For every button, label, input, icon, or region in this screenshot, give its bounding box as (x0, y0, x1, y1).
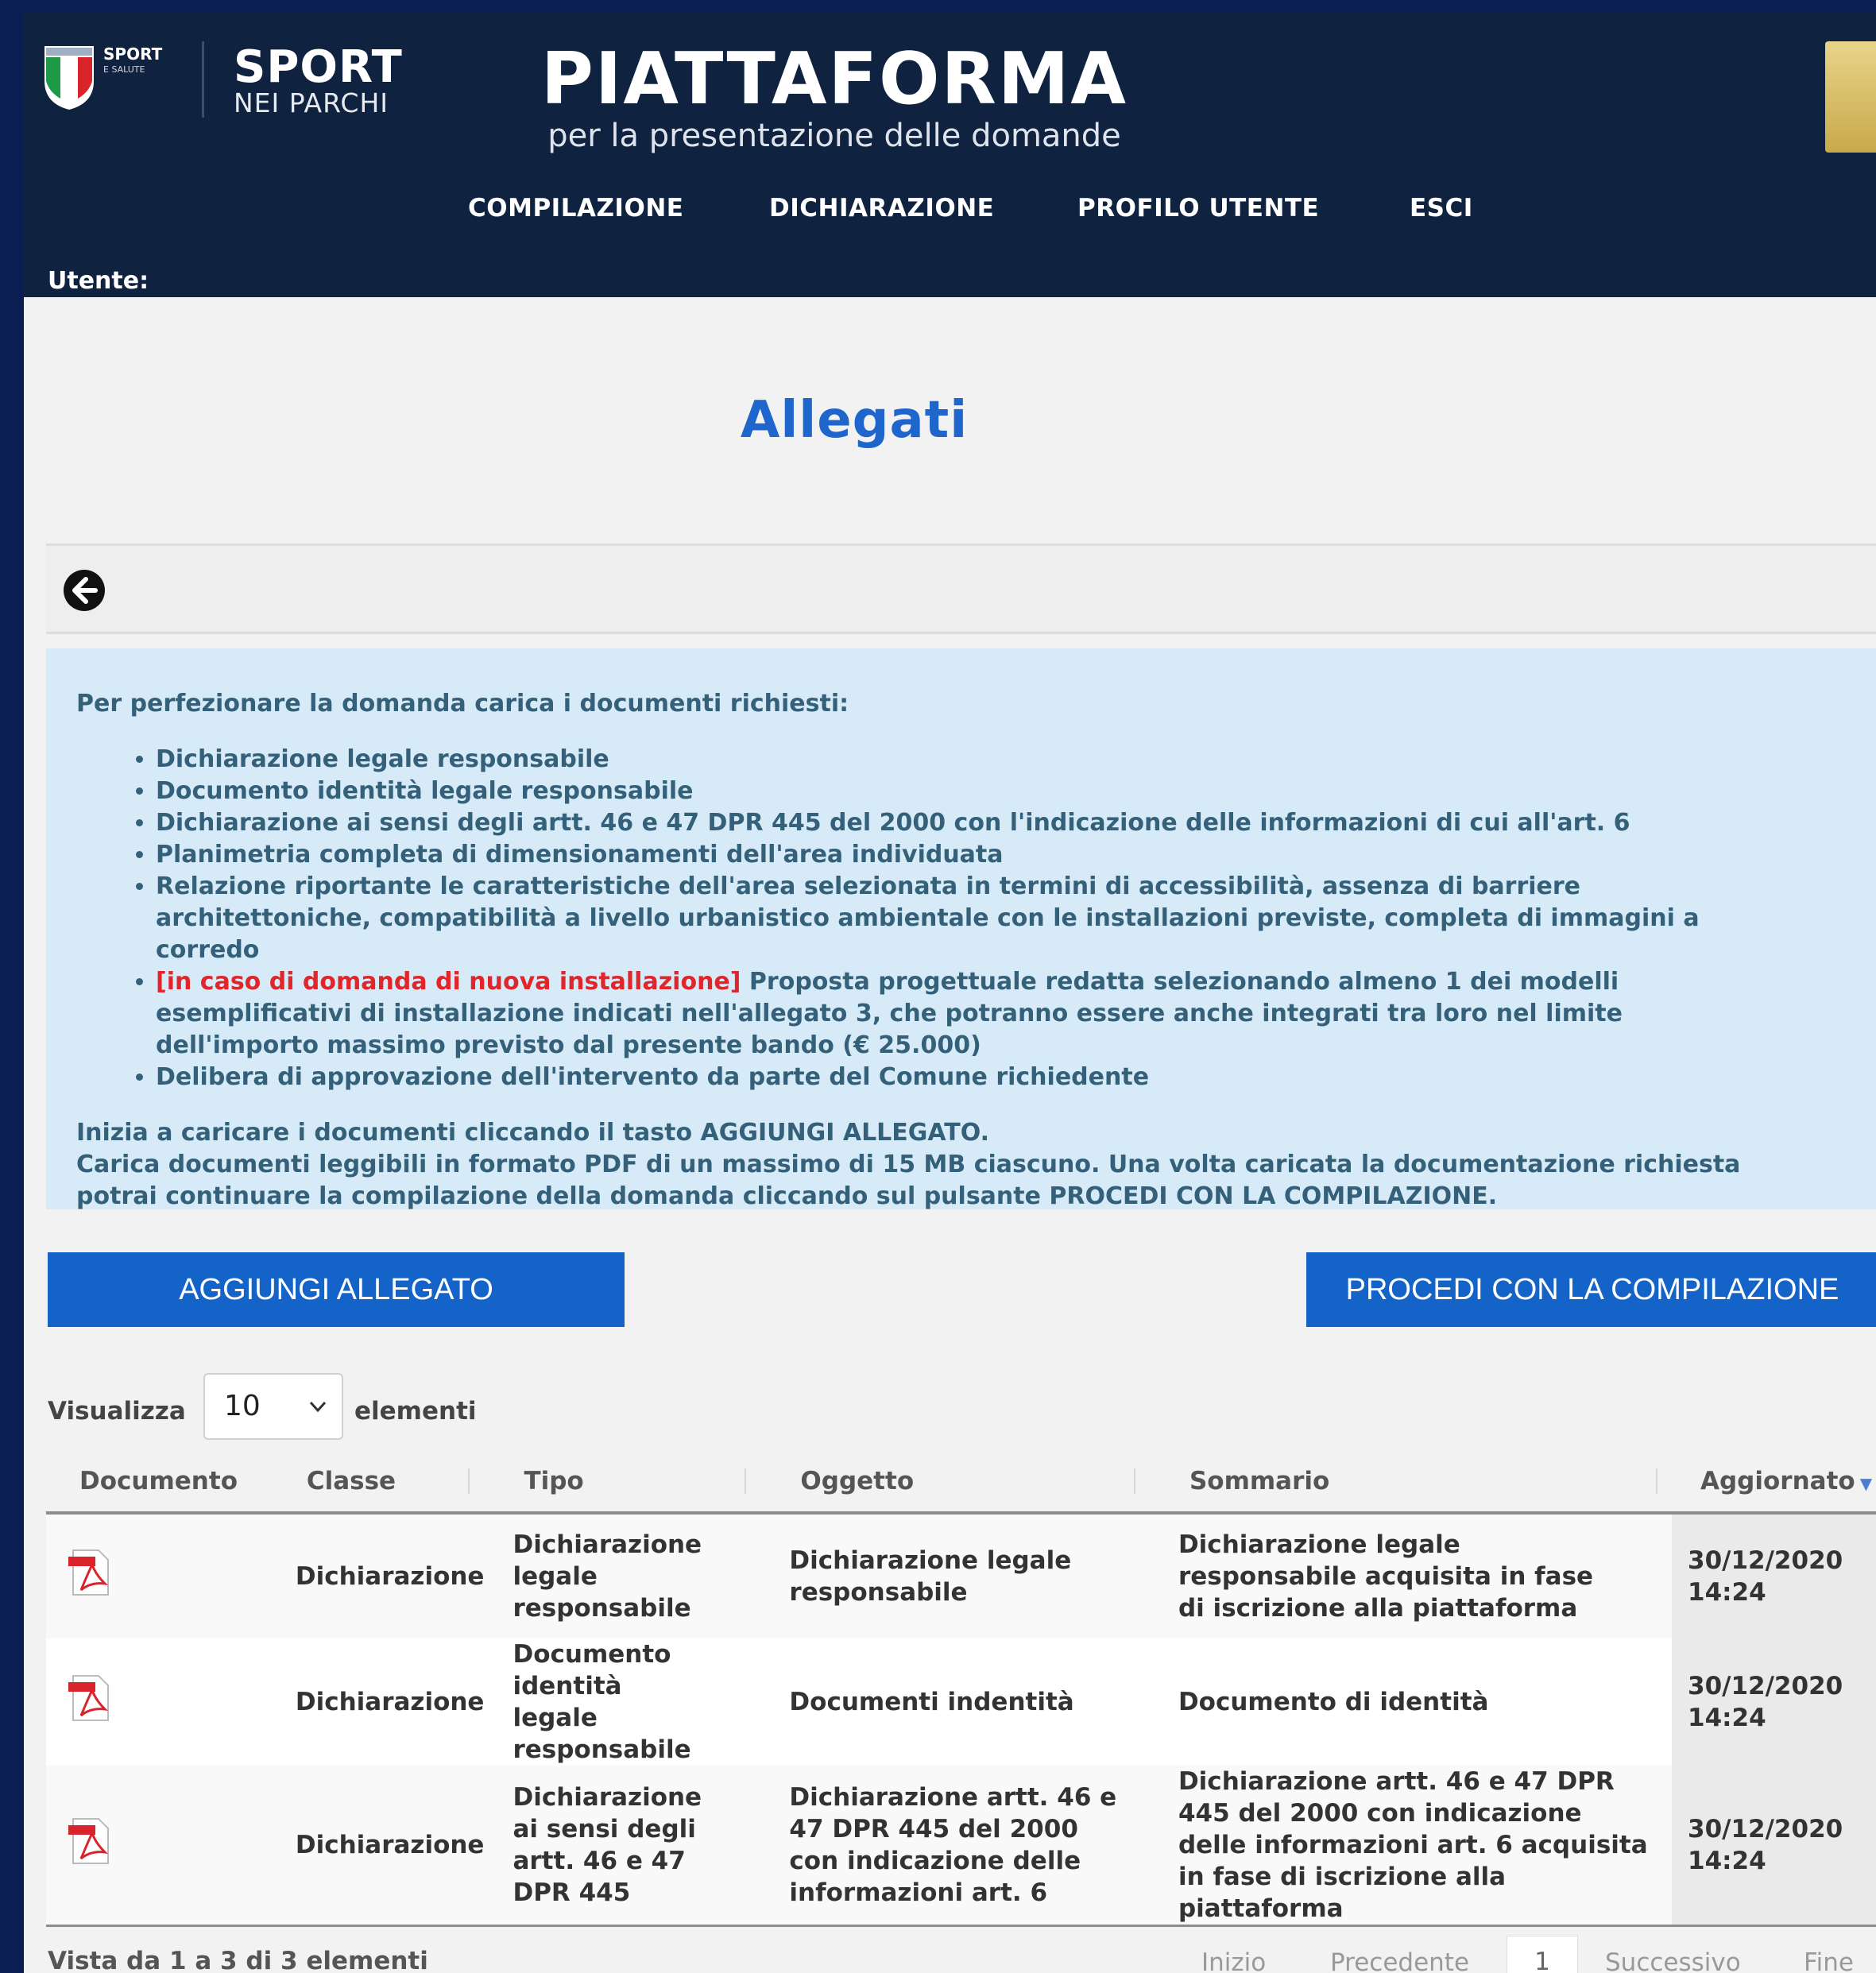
required-doc-item: Delibera di approvazione dell'intervento… (156, 1062, 1876, 1093)
table-row: Dichiarazione Documento identità legale … (46, 1638, 1876, 1766)
pager-page-1[interactable]: 1 (1507, 1936, 1578, 1973)
site-header: SPORT E SALUTE SPORT NEI PARCHI PIATTAFO… (24, 13, 1876, 297)
toolbar (46, 544, 1876, 634)
nav-profilo-utente[interactable]: PROFILO UTENTE (1077, 194, 1319, 222)
table-header-row: Documento Classe Tipo Oggetto Sommario A… (46, 1451, 1876, 1515)
instructions-footer-2: Carica documenti leggibili in formato PD… (76, 1151, 1741, 1210)
page-length-value: 10 (224, 1390, 261, 1422)
cell-documento (46, 1766, 277, 1927)
cell-aggiornato: 30/12/2020 14:24 (1672, 1638, 1876, 1766)
user-label: Utente: (48, 267, 149, 295)
chevron-down-icon (309, 1401, 327, 1413)
cell-sommario: Documento di identità (1149, 1638, 1672, 1766)
cell-aggiornato: 30/12/2020 14:24 (1672, 1513, 1876, 1638)
required-documents-list: Dichiarazione legale responsabile Docume… (76, 744, 1876, 1093)
cell-tipo: Dichiarazione ai sensi degli artt. 46 e … (484, 1766, 761, 1927)
cell-sommario: Dichiarazione artt. 46 e 47 DPR 445 del … (1149, 1766, 1672, 1927)
nav-dichiarazione[interactable]: DICHIARAZIONE (769, 194, 994, 222)
column-header-classe[interactable]: Classe (276, 1451, 485, 1515)
attachments-table: Documento Classe Tipo Oggetto Sommario A… (46, 1451, 1876, 1927)
column-header-sommario[interactable]: Sommario (1149, 1451, 1672, 1515)
pager-next[interactable]: Successivo (1605, 1948, 1741, 1973)
cell-oggetto: Dichiarazione legale responsabile (760, 1513, 1150, 1638)
time-value: 14:24 (1688, 1578, 1766, 1607)
proceed-button[interactable]: PROCEDI CON LA COMPILAZIONE (1306, 1252, 1876, 1327)
add-attachment-button[interactable]: AGGIUNGI ALLEGATO (48, 1252, 625, 1327)
time-value: 14:24 (1688, 1704, 1766, 1732)
platform-subtitle: per la presentazione delle domande (547, 118, 1121, 154)
pdf-file-icon[interactable] (65, 1816, 116, 1867)
column-header-tipo[interactable]: Tipo (484, 1451, 761, 1515)
nav-esci[interactable]: ESCI (1410, 194, 1473, 222)
cell-classe: Dichiarazione (276, 1513, 485, 1638)
time-value: 14:24 (1688, 1847, 1766, 1875)
column-header-oggetto[interactable]: Oggetto (760, 1451, 1150, 1515)
page-title: Allegati (740, 391, 969, 450)
pager-last[interactable]: Fine (1804, 1948, 1854, 1973)
platform-title: PIATTAFORMA (540, 37, 1128, 121)
instructions-panel: Per perfezionare la domanda carica i doc… (46, 648, 1876, 1210)
required-doc-item: Relazione riportante le caratteristiche … (156, 871, 1876, 966)
arrow-left-circle-icon[interactable] (62, 568, 106, 613)
required-doc-item: Documento identità legale responsabile (156, 776, 1876, 807)
column-header-aggiornato[interactable]: Aggiornato ▼ (1672, 1451, 1876, 1515)
cell-tipo: Dichiarazione legale responsabile (484, 1513, 761, 1638)
conditional-note: [in caso di domanda di nuova installazio… (156, 968, 741, 996)
partner-logo (1825, 41, 1876, 153)
date-value: 30/12/2020 (1688, 1815, 1843, 1843)
date-value: 30/12/2020 (1688, 1672, 1843, 1700)
cell-classe: Dichiarazione (276, 1638, 485, 1766)
cell-classe: Dichiarazione (276, 1766, 485, 1927)
required-doc-item: Dichiarazione legale responsabile (156, 744, 1876, 776)
main-nav: COMPILAZIONE DICHIARAZIONE PROFILO UTENT… (24, 194, 1876, 232)
page-length-select[interactable]: 10 (203, 1373, 343, 1440)
column-header-documento[interactable]: Documento (46, 1451, 277, 1515)
date-value: 30/12/2020 (1688, 1546, 1843, 1575)
table-row: Dichiarazione Dichiarazione legale respo… (46, 1513, 1876, 1638)
required-doc-item: Dichiarazione ai sensi degli artt. 46 e … (156, 807, 1876, 839)
sort-desc-icon: ▼ (1859, 1474, 1873, 1493)
required-doc-item-conditional: [in caso di domanda di nuova installazio… (156, 966, 1876, 1062)
instructions-intro: Per perfezionare la domanda carica i doc… (76, 690, 849, 718)
page-length-suffix: elementi (354, 1397, 477, 1426)
table-info: Vista da 1 a 3 di 3 elementi (48, 1947, 428, 1973)
cell-oggetto: Documenti indentità (760, 1638, 1150, 1766)
pdf-file-icon[interactable] (65, 1673, 116, 1723)
nav-compilazione[interactable]: COMPILAZIONE (468, 194, 683, 222)
table-row: Dichiarazione Dichiarazione ai sensi deg… (46, 1766, 1876, 1927)
pager-first[interactable]: Inizio (1201, 1948, 1266, 1973)
pager-previous[interactable]: Precedente (1330, 1948, 1469, 1973)
cell-aggiornato: 30/12/2020 14:24 (1672, 1766, 1876, 1927)
page-length-prefix: Visualizza (48, 1397, 186, 1426)
app-frame: SPORT E SALUTE SPORT NEI PARCHI PIATTAFO… (24, 13, 1876, 1973)
cell-oggetto: Dichiarazione artt. 46 e 47 DPR 445 del … (760, 1766, 1150, 1927)
cell-tipo: Documento identità legale responsabile (484, 1638, 761, 1766)
cell-sommario: Dichiarazione legale responsabile acquis… (1149, 1513, 1672, 1638)
instructions-footer-1: Inizia a caricare i documenti cliccando … (76, 1119, 990, 1147)
cell-documento (46, 1638, 277, 1766)
cell-documento (46, 1513, 277, 1638)
required-doc-item: Planimetria completa di dimensionamenti … (156, 839, 1876, 871)
pdf-file-icon[interactable] (65, 1547, 116, 1598)
